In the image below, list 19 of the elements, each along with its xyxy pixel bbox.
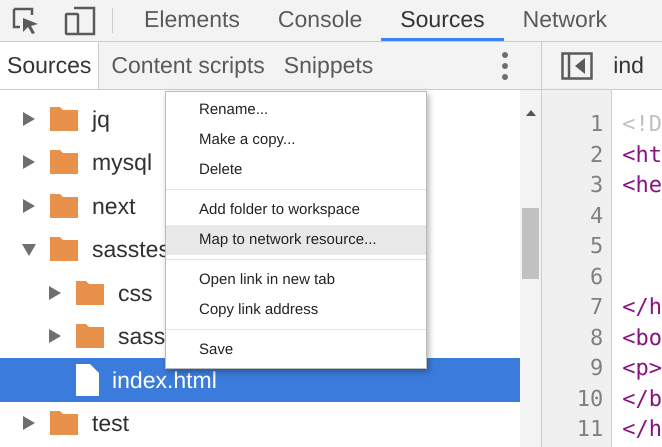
code-line: <bo: [622, 326, 662, 350]
code-line: <p>: [622, 356, 662, 381]
line-number: 8: [590, 324, 604, 352]
code-line: </h: [622, 417, 662, 442]
line-number: 10: [576, 386, 604, 414]
line-number: 11: [576, 416, 604, 444]
line-number: 9: [590, 355, 604, 383]
line-number: 3: [590, 172, 604, 200]
line-number: 4: [590, 202, 604, 230]
line-number: 2: [590, 142, 604, 170]
line-number: 5: [590, 233, 604, 261]
line-number: 1: [590, 111, 604, 139]
code-line: <!D: [622, 112, 662, 137]
code-line: <ht: [622, 142, 662, 168]
line-number: 7: [590, 294, 604, 322]
line-number: 6: [590, 264, 604, 292]
code-line: </h: [622, 295, 662, 320]
code-line: <he: [622, 173, 662, 198]
code-line: </b: [622, 386, 662, 412]
